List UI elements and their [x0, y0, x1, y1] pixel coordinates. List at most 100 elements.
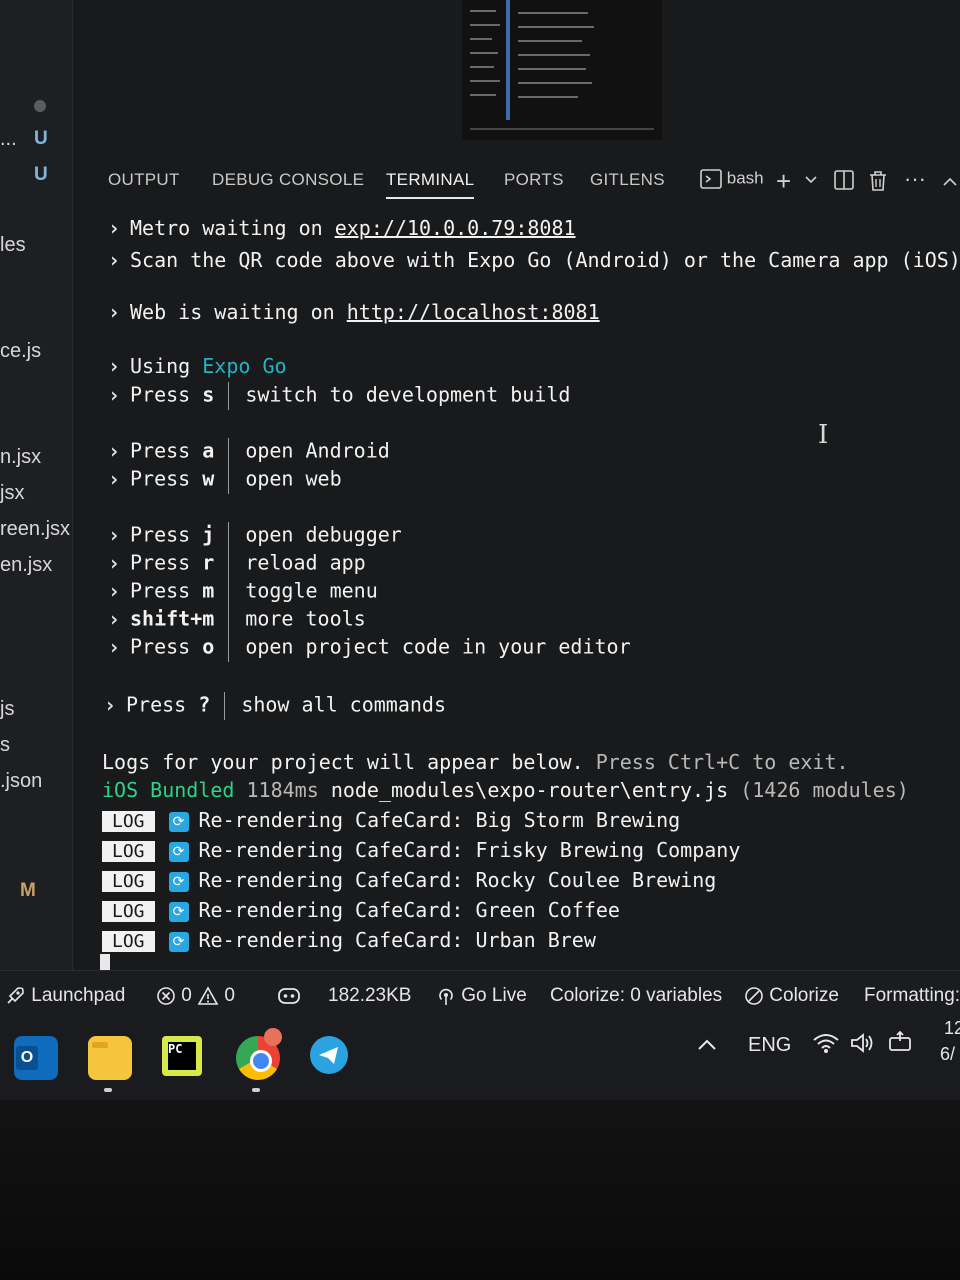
outlook-icon[interactable]: O: [14, 1036, 58, 1080]
file-item[interactable]: js: [0, 698, 14, 721]
web-prefix: Web is waiting on: [130, 300, 347, 324]
chevron-up-icon[interactable]: [942, 174, 958, 194]
separator: [228, 438, 230, 466]
explorer-sidebar: ... U U les ce.js n.jsx jsx reen.jsx en.…: [0, 0, 73, 970]
bundle-line: iOS Bundled 1184ms node_modules\expo-rou…: [102, 778, 909, 802]
log-tag: LOG: [102, 811, 155, 832]
metro-prefix: Metro waiting on: [130, 216, 335, 240]
file-item[interactable]: n.jsx: [0, 446, 41, 469]
more-actions-icon[interactable]: ···: [904, 166, 926, 192]
file-label: jsx: [0, 482, 25, 504]
split-terminal-icon[interactable]: [834, 170, 854, 195]
command-description: open project code in your editor: [245, 634, 631, 659]
file-item[interactable]: en.jsx: [0, 554, 52, 577]
file-explorer-icon[interactable]: [88, 1036, 132, 1080]
go-live-item[interactable]: Go Live: [436, 985, 527, 1007]
bundle-time: 1184ms: [246, 778, 319, 802]
telegram-icon[interactable]: [310, 1036, 348, 1074]
metro-url-link[interactable]: exp://10.0.0.79:8081: [335, 216, 576, 240]
minimap-line: [518, 12, 588, 14]
separator: [228, 466, 230, 494]
log-tag: LOG: [102, 871, 155, 892]
tab-debug-console[interactable]: DEBUG CONSOLE: [212, 170, 364, 190]
tab-output[interactable]: OUTPUT: [108, 170, 180, 190]
chrome-center-icon: [250, 1050, 272, 1072]
pycharm-icon[interactable]: PC: [162, 1036, 202, 1076]
volume-icon[interactable]: [850, 1032, 876, 1060]
running-indicator: [252, 1088, 260, 1092]
go-live-label: Go Live: [461, 985, 527, 1006]
terminal-output[interactable]: › Metro waiting on exp://10.0.0.79:8081 ›…: [74, 210, 960, 984]
show-hidden-icons-chevron-icon[interactable]: [696, 1036, 718, 1059]
file-item[interactable]: ce.js: [0, 340, 41, 363]
log-prefix: Re-rendering CafeCard:: [198, 898, 464, 922]
file-item[interactable]: jsx: [0, 482, 24, 505]
new-terminal-plus-icon[interactable]: +: [776, 166, 791, 197]
minimap-line: [470, 66, 494, 68]
bundle-modules: (1426 modules): [740, 778, 909, 802]
command-description: reload app: [245, 550, 366, 575]
press-word: Press: [126, 692, 187, 717]
minimap-scroll-column: [506, 0, 510, 120]
file-label: les: [0, 234, 26, 256]
file-item[interactable]: s: [0, 734, 10, 757]
file-item[interactable]: .json: [0, 770, 42, 793]
bundle-path: node_modules\expo-router\entry.js: [330, 778, 729, 802]
command-key: w: [202, 466, 215, 491]
refresh-icon: ⟳: [168, 901, 189, 922]
chevron-down-icon[interactable]: [804, 172, 818, 192]
command-line: › shift+m more tools: [108, 606, 366, 634]
terminal-shell-selector[interactable]: bash: [700, 168, 764, 190]
clock-date[interactable]: 6/: [940, 1044, 955, 1065]
file-label: en.jsx: [0, 554, 53, 576]
refresh-icon: ⟳: [168, 871, 189, 892]
tab-terminal[interactable]: TERMINAL: [386, 170, 475, 199]
command-key: shift+m: [130, 606, 215, 631]
tab-gitlens[interactable]: GITLENS: [590, 170, 665, 190]
prompt-arrow-icon: ›: [108, 522, 121, 547]
prompt-arrow-icon: ›: [108, 216, 121, 240]
file-label: reen.jsx: [0, 518, 71, 540]
refresh-icon: ⟳: [168, 841, 189, 862]
web-url-link[interactable]: http://localhost:8081: [347, 300, 600, 324]
metro-line: › Metro waiting on exp://10.0.0.79:8081: [108, 216, 576, 240]
colorize-variables[interactable]: Colorize: 0 variables: [550, 985, 722, 1007]
text-cursor-ibeam-icon: I: [818, 420, 829, 450]
language-indicator[interactable]: ENG: [748, 1034, 791, 1057]
formatting-item[interactable]: Formatting:: [864, 985, 960, 1007]
minimap-taskbar: [470, 128, 654, 130]
log-prefix: Re-rendering CafeCard:: [198, 838, 464, 862]
file-item[interactable]: les: [0, 234, 26, 257]
screen: ... U U les ce.js n.jsx jsx reen.jsx en.…: [0, 0, 960, 1100]
untracked-badge: U: [34, 164, 48, 185]
prompt-arrow-icon: ›: [108, 354, 121, 378]
error-count: 0: [181, 985, 192, 1006]
file-item[interactable]: ...: [0, 128, 17, 151]
using-prefix: Using: [130, 354, 203, 378]
trash-icon[interactable]: [868, 170, 888, 197]
minimap-line: [470, 94, 496, 96]
minimap-line: [518, 26, 594, 28]
problems-item[interactable]: 0 0: [156, 985, 235, 1007]
launchpad-item[interactable]: Launchpad: [4, 985, 125, 1007]
wifi-icon[interactable]: [812, 1032, 840, 1060]
colorize-item[interactable]: Colorize: [744, 985, 839, 1007]
prompt-arrow-icon: ›: [108, 300, 121, 324]
minimap-line: [518, 82, 592, 84]
minimap-line: [518, 68, 586, 70]
battery-icon[interactable]: [888, 1030, 914, 1060]
windows-taskbar: O PC ENG 12 6/: [0, 1018, 960, 1100]
prompt-arrow-icon: ›: [108, 248, 121, 272]
editor-minimap[interactable]: [462, 0, 662, 140]
press-word: Press: [130, 466, 191, 491]
command-key: j: [202, 522, 215, 547]
file-size[interactable]: 182.23KB: [328, 985, 411, 1007]
separator: [228, 606, 230, 634]
clock-time[interactable]: 12: [944, 1018, 960, 1039]
copilot-icon[interactable]: [276, 985, 302, 1013]
file-item[interactable]: reen.jsx: [0, 518, 70, 541]
web-line: › Web is waiting on http://localhost:8081: [108, 300, 600, 324]
tab-ports[interactable]: PORTS: [504, 170, 564, 190]
chrome-icon[interactable]: [236, 1028, 282, 1080]
prompt-arrow-icon: ›: [108, 438, 121, 463]
